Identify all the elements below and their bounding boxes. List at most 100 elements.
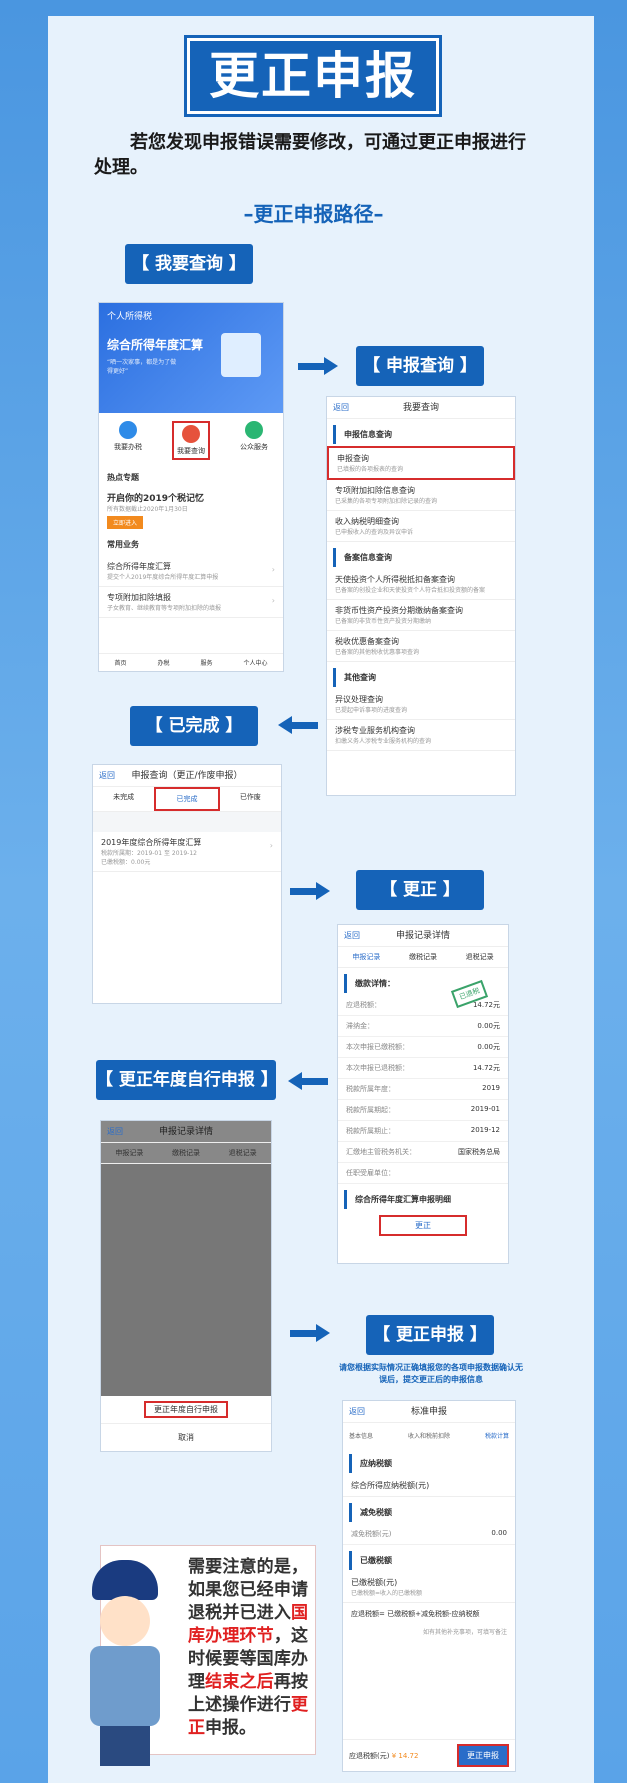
item-subtitle: 扣缴义务人涉税专业服务机构的查询 (335, 738, 432, 745)
section-heading: 申报信息查询 (333, 425, 509, 444)
payable-tax-row[interactable]: 综合所得应纳税额(元) (343, 1475, 515, 1497)
arrow-right-icon (290, 1324, 330, 1342)
page-title: 更正申报 (187, 38, 439, 114)
bottom-tab-bar: 首页 办税 服务 个人中心 (99, 653, 283, 671)
banner-subtitle: “晒一次家事，都是为了做得更好” (107, 359, 177, 375)
common-services-heading: 常用业务 (107, 540, 139, 549)
phone-completed-screen: 返回 申报查询（更正/作废申报） 未完成 已完成 已作废 2019年度综合所得年度… (92, 764, 282, 1004)
list-item[interactable]: 收入纳税明细查询 已申报收入的查询及异议申诉 (327, 511, 515, 542)
phone-standard-declaration: 返回 标准申报 基本信息 收入和税前扣除 税款计算 应纳税额 综合所得应纳税额(元) … (342, 1400, 516, 1772)
tax-handling-button[interactable]: 我要办税 (114, 421, 142, 460)
paid-tax-row[interactable]: 已缴税额(元) 已缴税额=收入的已缴税额 (343, 1572, 515, 1603)
refund-label: 应退税额(元) (349, 1751, 390, 1760)
back-button[interactable]: 返回 (333, 397, 349, 419)
list-item[interactable]: 综合所得年度汇算提交个人2019年度综合所得年度汇算申报 › (99, 556, 283, 587)
item-title: 申报查询 (337, 454, 369, 463)
list-item[interactable]: 专项附加扣除信息查询 已采集的各项专项附加扣除记录的查询 (327, 480, 515, 511)
tab-payment[interactable]: 缴税记录 (395, 947, 452, 967)
back-button[interactable]: 返回 (344, 925, 360, 947)
section-heading: 已缴税额 (349, 1551, 509, 1570)
tab-refund[interactable]: 退税记录 (214, 1143, 271, 1163)
tab-declaration[interactable]: 申报记录 (338, 947, 395, 967)
tab-completed[interactable]: 已完成 (154, 787, 220, 811)
submit-correction-button[interactable]: 更正申报 (457, 1744, 509, 1767)
item-title: 2019年度综合所得年度汇算 (101, 838, 202, 847)
declaration-query-item[interactable]: 申报查询 已填报的各项报表的查询 (327, 446, 515, 480)
item-subtitle: 提交个人2019年度综合所得年度汇算申报 (107, 574, 219, 581)
hot-topic-subtitle: 所有数据截止2020年1月30日 (107, 506, 188, 513)
reduction-row[interactable]: 减免税额(元) 0.00 (343, 1524, 515, 1545)
tab-home[interactable]: 首页 (114, 658, 126, 667)
step-label: 收入和税前扣除 (407, 1433, 450, 1440)
nav-title: 申报记录详情 (395, 931, 450, 941)
instruction-text: 请您根据实际情况正确填报您的各项申报数据确认无误后，提交更正后的申报信息 (339, 1363, 523, 1384)
detail-row: 税款所属期起： 2019-01 (338, 1100, 508, 1121)
record-item[interactable]: 2019年度综合所得年度汇算 税款所属期：2019-01 至 2019-12 已… (93, 832, 281, 872)
nav-title: 申报查询（更正/作废申报） (131, 771, 243, 781)
section-heading: 减免税额 (349, 1503, 509, 1522)
list-item[interactable]: 异议处理查询已提起申诉事项的进度查询 (327, 689, 515, 720)
tab-profile[interactable]: 个人中心 (243, 658, 267, 667)
remark-tip[interactable]: 如有其他补充事项，可填写备注 (343, 1625, 515, 1638)
step-label-declaration-query: 【 申报查询 】 (356, 346, 484, 386)
list-item[interactable]: 税收优惠备案查询 已备案的其他税收优惠事项查询 (327, 631, 515, 662)
item-subtitle: 已缴税额=收入的已缴税额 (351, 1590, 423, 1597)
section-heading: 备案信息查询 (333, 548, 509, 567)
hot-topic-card[interactable]: 开启你的2019个税记忆 所有数据截止2020年1月30日 立即进入 (99, 487, 283, 533)
query-icon (182, 425, 200, 443)
phone-home-screen: 个人所得税 综合所得年度汇算 “晒一次家事，都是为了做得更好” 我要办税 我要查… (98, 302, 284, 672)
list-item[interactable]: 天使投资个人所得税抵扣备案查询 已备案的创投企业和天使投资个人符合抵扣投资额的备案 (327, 569, 515, 600)
item-title: 专项附加扣除信息查询 (335, 486, 415, 495)
step-label-query: 【 我要查询 】 (125, 244, 253, 284)
list-item[interactable]: 涉税专业服务机构查询 扣缴义务人涉税专业服务机构的查询 (327, 720, 515, 751)
correct-annual-button[interactable]: 更正年度自行申报 (144, 1401, 228, 1418)
nav-title: 标准申报 (410, 1407, 447, 1417)
item-title: 专项附加扣除填报 (107, 593, 171, 602)
back-button[interactable]: 返回 (107, 1121, 123, 1143)
hot-topic-title: 开启你的2019个税记忆 (107, 494, 205, 504)
item-title: 异议处理查询 (335, 695, 383, 704)
back-button[interactable]: 返回 (349, 1401, 365, 1423)
correct-button[interactable]: 更正 (379, 1215, 467, 1236)
public-service-button[interactable]: 公众服务 (240, 421, 268, 460)
back-button[interactable]: 返回 (99, 765, 115, 787)
tab-tax[interactable]: 办税 (157, 658, 169, 667)
item-title: 已缴税额(元) (351, 1578, 398, 1587)
tax-icon (119, 421, 137, 439)
tab-service[interactable]: 服务 (200, 658, 212, 667)
item-title: 非货币性资产投资分期缴纳备案查询 (335, 606, 463, 615)
tab-voided[interactable]: 已作废 (220, 787, 281, 811)
tab-payment[interactable]: 缴税记录 (158, 1143, 215, 1163)
home-icon-row: 我要办税 我要查询 公众服务 (99, 413, 283, 468)
tab-unfinished[interactable]: 未完成 (93, 787, 154, 811)
banner-illustration (221, 333, 261, 377)
detail-row: 本次申报已退税额： 14.72元 (338, 1058, 508, 1079)
list-item[interactable]: 非货币性资产投资分期缴纳备案查询 已备案的非货币性资产投资分期缴纳 (327, 600, 515, 631)
chevron-right-icon: › (269, 841, 273, 850)
arrow-right-icon (290, 882, 330, 900)
detail-row: 汇缴地主管税务机关： 国家税务总局 (338, 1142, 508, 1163)
item-title: 天使投资个人所得税抵扣备案查询 (335, 575, 455, 584)
record-tabs: 申报记录 缴税记录 退税记录 (338, 947, 508, 968)
phone-record-detail: 返回 申报记录详情 申报记录 缴税记录 退税记录 缴款详情： 应退税额： 14.72元 … (337, 924, 509, 1264)
section-heading: 其他查询 (333, 668, 509, 687)
item-subtitle: 已提起申诉事项的进度查询 (335, 707, 408, 714)
tab-refund[interactable]: 退税记录 (451, 947, 508, 967)
tab-declaration[interactable]: 申报记录 (101, 1143, 158, 1163)
my-query-button[interactable]: 我要查询 (172, 421, 210, 460)
nav-title: 我要查询 (402, 403, 439, 413)
step-label-completed: 【 已完成 】 (130, 706, 258, 746)
detail-row: 本次申报已缴税额： 0.00元 (338, 1037, 508, 1058)
item-subtitle: 已申报收入的查询及异议申诉 (335, 529, 414, 536)
item-title: 综合所得年度汇算 (107, 562, 171, 571)
item-period: 税款所属期：2019-01 至 2019-12 (101, 850, 197, 857)
chevron-right-icon: › (271, 565, 275, 574)
list-item[interactable]: 专项附加扣除填报 子女教育、继续教育等专项附加扣除的填报 › (99, 587, 283, 618)
note-text: 需要注意的是，如果您已经申请退税并已进入国库办理环节，这时候要等国库办理结束之后… (188, 1557, 309, 1738)
officer-mascot (70, 1560, 180, 1770)
step-label: 基本信息 (349, 1433, 374, 1440)
cancel-button[interactable]: 取消 (101, 1424, 271, 1451)
nav-bar: 返回 申报查询（更正/作废申报） (93, 765, 281, 787)
step-indicator: 基本信息 收入和税前扣除 税款计算 (343, 1423, 515, 1448)
enter-button[interactable]: 立即进入 (107, 516, 144, 529)
